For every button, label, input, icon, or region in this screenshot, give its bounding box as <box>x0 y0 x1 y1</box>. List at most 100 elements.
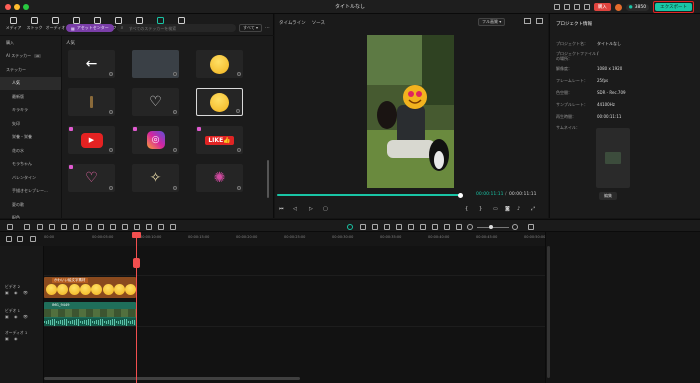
credits-badge[interactable]: ● 3850 <box>625 3 650 11</box>
edit-thumbnail-button[interactable]: 編集 <box>599 192 617 200</box>
firework-sticker[interactable]: ✺ <box>196 164 243 192</box>
download-icon[interactable] <box>173 110 177 114</box>
sidebar-item[interactable]: ステッカー <box>0 63 61 77</box>
fullscreen-icon[interactable] <box>536 18 543 24</box>
sticker-clip[interactable]: かわいい絵文字素材 <box>44 277 136 298</box>
select-tool-icon[interactable] <box>24 224 30 230</box>
grid-layout-icon[interactable] <box>7 224 13 230</box>
download-icon[interactable] <box>237 186 241 190</box>
color-icon[interactable] <box>134 224 140 230</box>
prev-frame-icon[interactable]: ⏮ <box>279 206 284 212</box>
like-sticker[interactable]: LIKE👍 <box>196 126 243 154</box>
track-settings-icon[interactable] <box>30 236 36 242</box>
download-icon[interactable] <box>173 72 177 76</box>
glow-heart-sticker[interactable]: ♡ <box>68 164 115 192</box>
playback-progress[interactable] <box>277 192 464 198</box>
tab-timeline[interactable]: タイムライン <box>279 20 306 26</box>
tab-media[interactable]: メディア <box>4 14 23 35</box>
text-tool-icon[interactable] <box>98 224 104 230</box>
sticker-search-input[interactable] <box>116 24 237 32</box>
ai-tool-icon[interactable] <box>122 224 128 230</box>
audio-waveform[interactable] <box>44 318 136 326</box>
sidebar-item[interactable]: AI ステッカー AI <box>0 50 61 64</box>
instagram-sticker[interactable]: ◎ <box>132 126 179 154</box>
sidebar-item[interactable]: 矢印 <box>0 117 61 131</box>
stop-icon[interactable]: ▢ <box>323 206 328 212</box>
sidebar-item[interactable]: 人気 <box>0 76 61 90</box>
audio-mix-icon[interactable] <box>360 224 366 230</box>
sparkle-sticker[interactable]: ✧ <box>132 164 179 192</box>
progress-knob[interactable] <box>458 192 464 198</box>
snapshot-icon[interactable] <box>524 18 531 24</box>
playhead-handle[interactable] <box>133 258 140 268</box>
download-icon[interactable] <box>237 148 241 152</box>
download-icon[interactable] <box>237 72 241 76</box>
volume-icon[interactable]: ♪ <box>517 206 520 212</box>
track-controls[interactable]: ▣ ◉ 👁 <box>5 290 30 295</box>
keyframe-icon[interactable] <box>146 224 152 230</box>
display-icon[interactable]: ▭ <box>493 206 498 212</box>
sidebar-item[interactable]: モラちゃん <box>0 158 61 172</box>
asset-center-button[interactable]: ▦ アセットセンター <box>66 24 114 32</box>
sidebar-item[interactable]: 手描きセレブレー... <box>0 185 61 199</box>
buy-button[interactable]: 購入 <box>593 3 611 11</box>
zoom-slider[interactable] <box>477 227 509 228</box>
zoom-out-icon[interactable] <box>467 224 473 230</box>
timeline-vertical-scrollbar[interactable] <box>547 246 550 378</box>
delete-icon[interactable] <box>61 224 67 230</box>
undo-icon[interactable] <box>37 224 43 230</box>
redo-icon[interactable] <box>49 224 55 230</box>
export-button[interactable]: エクスポート <box>655 3 692 11</box>
grid-icon[interactable] <box>583 4 590 10</box>
snap-icon[interactable] <box>432 224 438 230</box>
grass-sticker[interactable] <box>68 88 115 116</box>
sidebar-item[interactable]: 栄養・栄養 <box>0 131 61 145</box>
track-controls[interactable]: ▣ ◉ 👁 <box>5 314 30 319</box>
smoke-sticker[interactable] <box>132 50 179 78</box>
download-icon[interactable] <box>109 72 113 76</box>
tab-source[interactable]: ソース <box>312 20 325 26</box>
download-icon[interactable] <box>236 109 240 113</box>
crop-icon[interactable] <box>86 224 92 230</box>
playhead-top-handle[interactable] <box>132 232 141 238</box>
avatar[interactable] <box>614 3 622 11</box>
speed-icon[interactable] <box>110 224 116 230</box>
expand-icon[interactable]: ⤢ <box>531 206 535 212</box>
grid-scrollbar[interactable] <box>267 160 269 198</box>
cut-icon[interactable] <box>73 224 79 230</box>
arrow-sticker[interactable]: ← <box>68 50 115 78</box>
mic-icon[interactable] <box>384 224 390 230</box>
sidebar-item[interactable]: 花の水 <box>0 144 61 158</box>
track-controls[interactable]: ▣ ◉ <box>5 336 20 341</box>
zoom-knob[interactable] <box>489 225 493 229</box>
shield-icon[interactable] <box>372 224 378 230</box>
download-icon[interactable] <box>173 186 177 190</box>
heart-outline-sticker[interactable]: ♡ <box>132 88 179 116</box>
sidebar-item[interactable]: キラキラ <box>0 104 61 118</box>
voiceover-icon[interactable] <box>396 224 402 230</box>
sidebar-item[interactable]: 夏の歌 <box>0 198 61 212</box>
step-back-icon[interactable]: ◁ <box>293 206 297 212</box>
layout-icon[interactable] <box>553 4 560 10</box>
laughing-emoji-sticker[interactable] <box>196 50 243 78</box>
zoom-fit-icon[interactable] <box>456 224 462 230</box>
download-icon[interactable] <box>109 186 113 190</box>
download-icon[interactable] <box>109 148 113 152</box>
effects-icon[interactable] <box>158 224 164 230</box>
play-icon[interactable]: ▷ <box>309 206 313 212</box>
quality-dropdown[interactable]: フル画質 ▾ <box>478 18 506 26</box>
more-tools-icon[interactable] <box>170 224 176 230</box>
filter-dropdown[interactable]: すべて ▾ <box>239 24 262 32</box>
thumbnail-preview[interactable] <box>596 128 630 188</box>
download-icon[interactable] <box>173 148 177 152</box>
sidebar-item[interactable]: バレンタイン <box>0 171 61 185</box>
tab-audio[interactable]: オーディオ <box>46 14 65 35</box>
video-preview[interactable] <box>367 35 454 188</box>
timeline-horizontal-scrollbar[interactable] <box>44 377 300 380</box>
layout-toggle-icon[interactable] <box>528 224 534 230</box>
render-icon[interactable] <box>347 224 353 230</box>
download-icon[interactable] <box>109 110 113 114</box>
link-track-icon[interactable] <box>17 236 23 242</box>
youtube-sticker[interactable]: ▶ <box>68 126 115 154</box>
heart-eyes-emoji-sticker[interactable] <box>196 88 243 116</box>
